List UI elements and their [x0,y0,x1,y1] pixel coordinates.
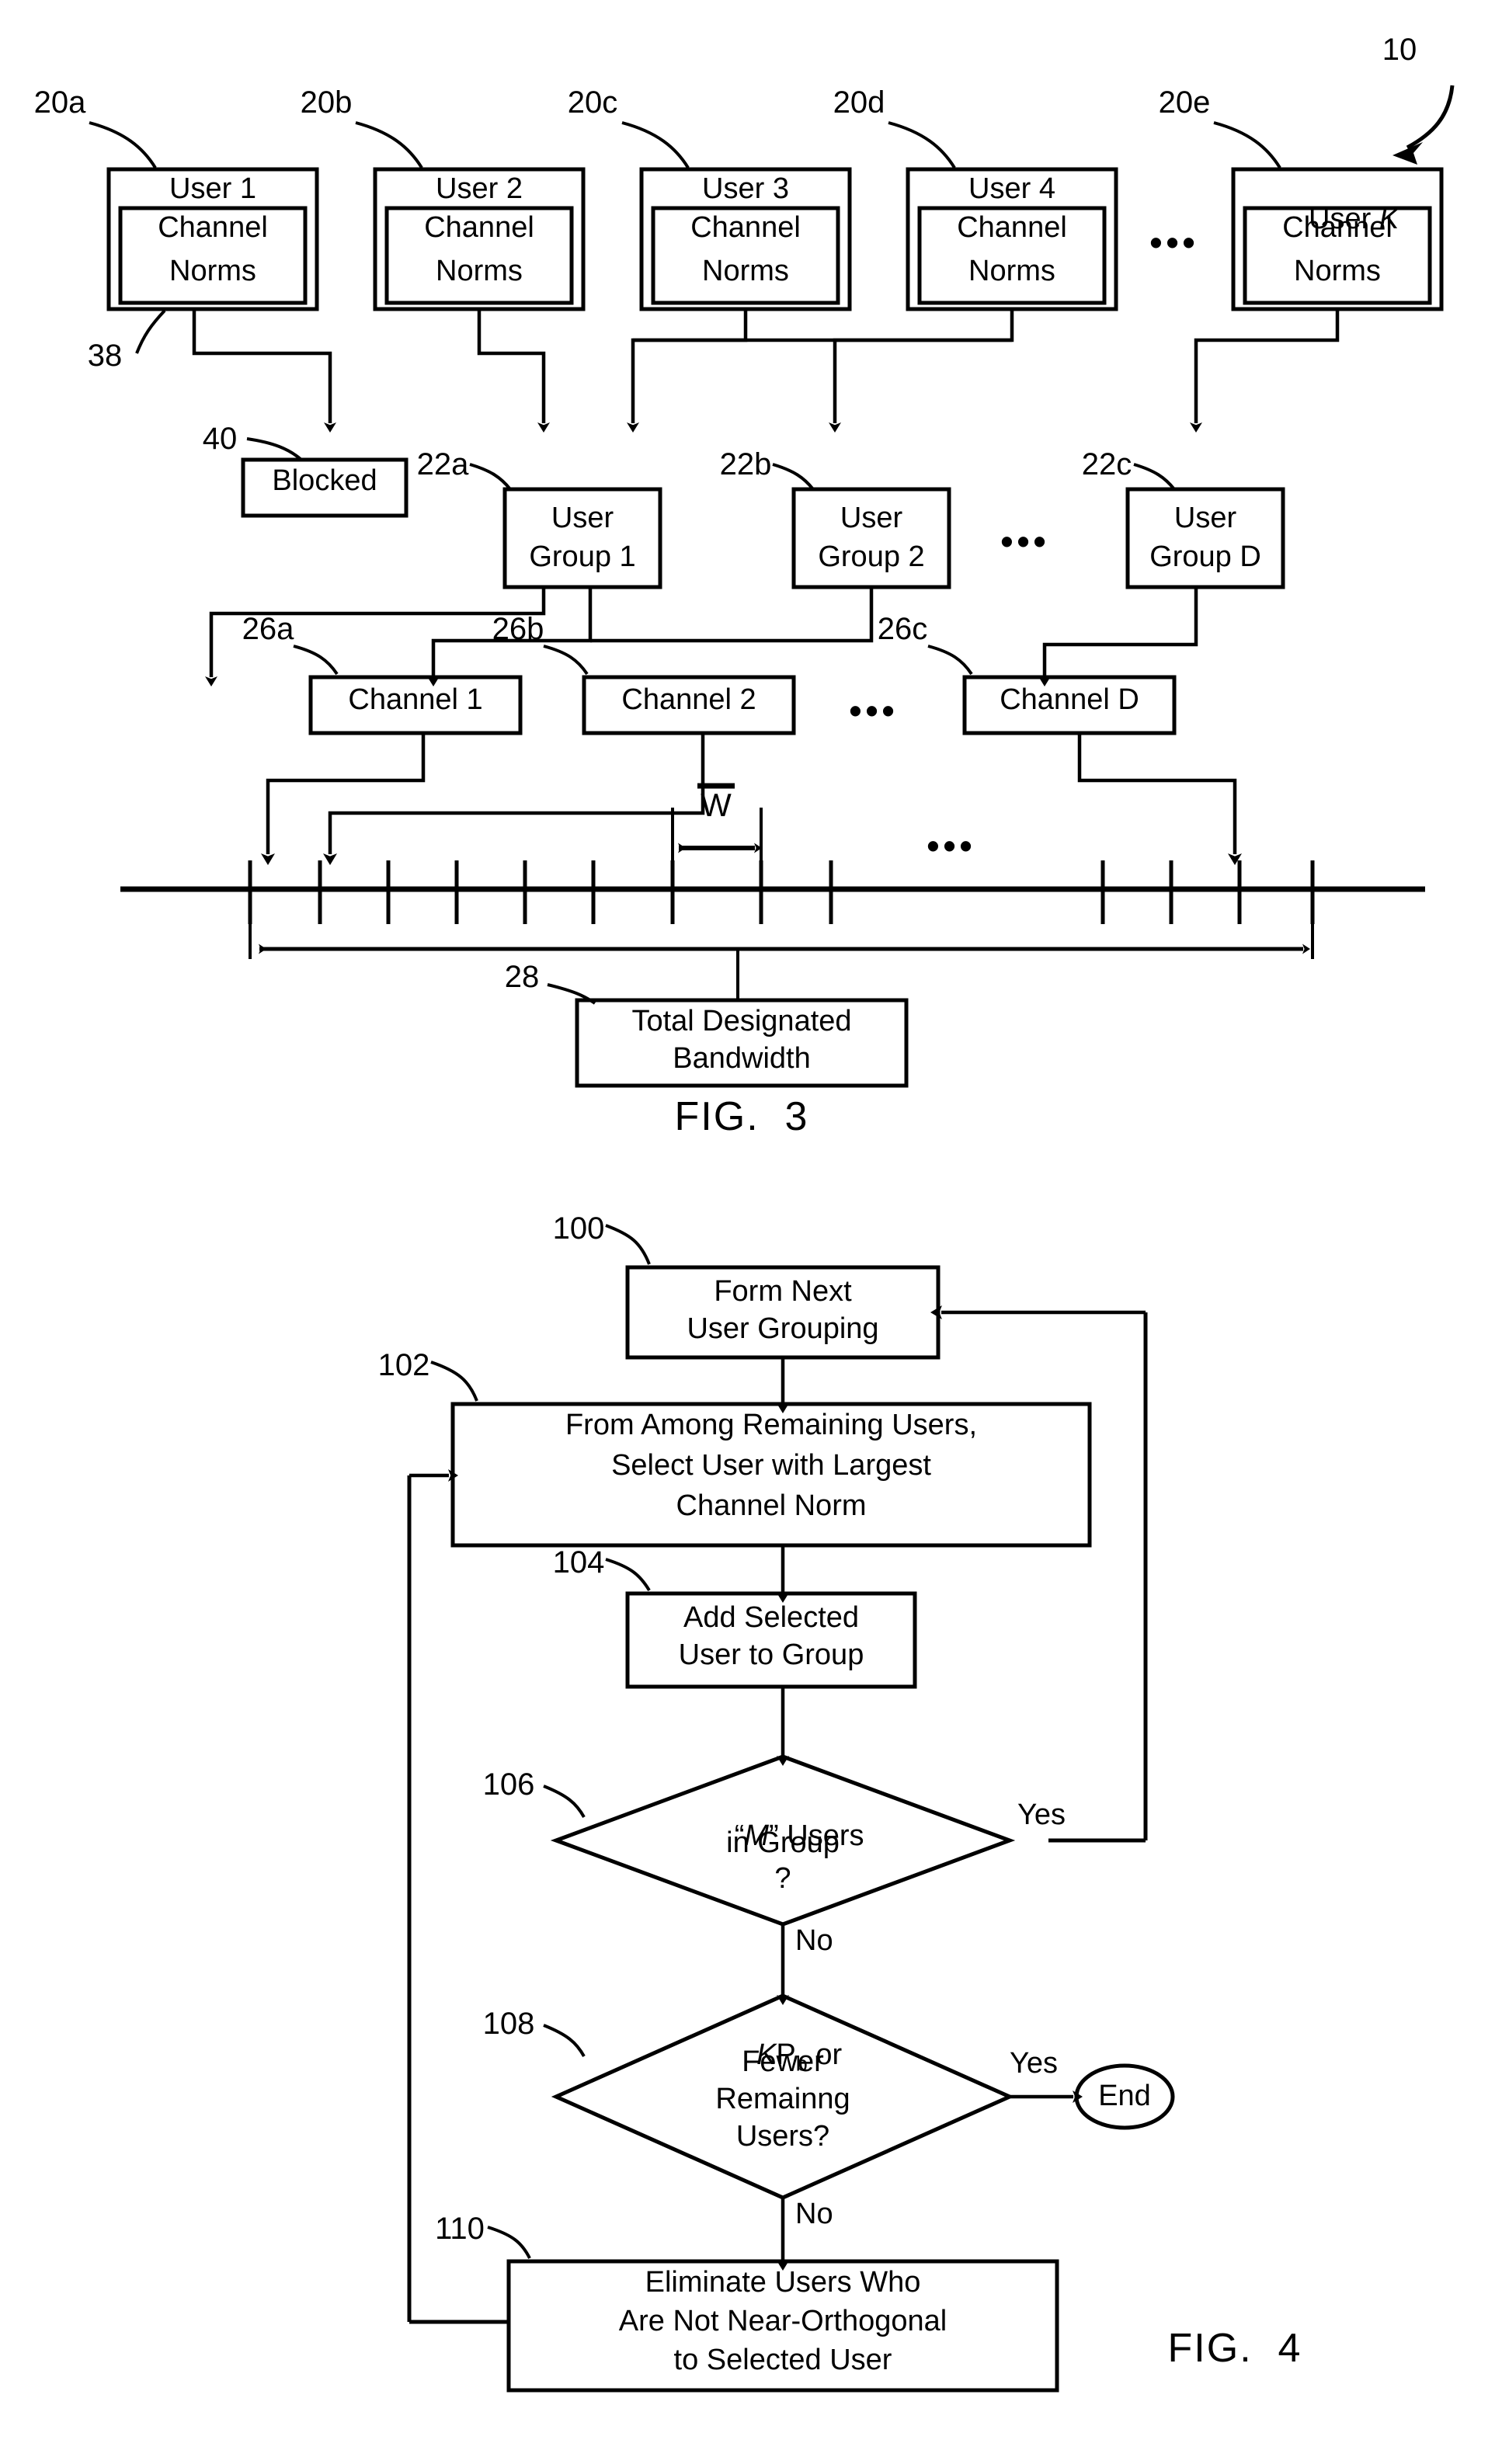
step-100-line2: User Grouping [687,1312,879,1345]
ref-100: 100 [552,1211,605,1246]
user-group-d-line2: Group D [1149,540,1261,573]
user-group-2-line1: User [840,502,903,534]
user-4-norms-line2: Norms [968,255,1055,287]
user-group-d-line1: User [1173,502,1237,534]
decision-106-no-label: No [795,1924,833,1957]
user-2-norms-line2: Norms [436,255,523,287]
decision-108-line4: Users? [735,2120,830,2153]
ref-38: 38 [87,339,123,373]
channel-2-label: Channel 2 [621,683,756,716]
ref-20a: 20a [33,85,86,120]
decision-108-line3: Remainng [715,2083,850,2115]
user-1-norms-line2: Norms [169,255,256,287]
blocked-label: Blocked [272,464,377,497]
user-group-1-line2: Group 1 [529,540,636,573]
ref-22a: 22a [416,447,469,481]
ref-104: 104 [552,1545,605,1580]
users-ellipsis: ••• [1149,222,1199,262]
end-node-label: End [1098,2080,1151,2112]
user-3-norms-line2: Norms [702,255,789,287]
decision-108-yes-label: Yes [1010,2047,1058,2080]
user-k-norms-line2: Norms [1294,255,1381,287]
ref-20c: 20c [567,85,618,120]
user-2-title: User 2 [436,172,523,205]
total-bandwidth-line1: Total Designated [631,1005,852,1037]
ref-26b: 26b [492,612,544,646]
ref-20b: 20b [300,85,353,120]
total-bandwidth-line2: Bandwidth [673,1042,811,1075]
groups-ellipsis: ••• [1000,521,1050,561]
user-group-2-line2: Group 2 [818,540,925,573]
decision-108-line2: Fewer [742,2045,824,2078]
user-group-1-line1: User [551,502,614,534]
ref-20e: 20e [1158,85,1211,120]
step-100-line1: Form Next [714,1275,852,1308]
ref-26c: 26c [877,612,928,646]
user-1-title: User 1 [169,172,256,205]
step-104-line1: Add Selected [683,1601,860,1634]
ref-22c: 22c [1081,447,1132,481]
w-bandwidth-label: W [701,787,732,823]
user-2-norms-line1: Channel [424,211,534,244]
figure-3-caption: FIG. 3 [674,1094,809,1139]
decision-106-line2: in Group [726,1826,840,1859]
user-4-title: User 4 [968,172,1055,205]
channel-d-label: Channel D [1000,683,1139,716]
user-3-norms-line1: Channel [690,211,801,244]
decision-108-no-label: No [795,2198,833,2230]
ref-102: 102 [377,1348,430,1382]
step-110-line3: to Selected User [673,2344,892,2376]
ref-10: 10 [1382,33,1417,67]
step-104-line2: User to Group [678,1639,864,1671]
user-3-title: User 3 [702,172,789,205]
ref-110: 110 [435,2212,485,2246]
channel-1-label: Channel 1 [348,683,483,716]
ref-28: 28 [504,960,540,994]
user-1-norms-line1: Channel [158,211,268,244]
step-110-line1: Eliminate Users Who [645,2266,921,2299]
user-k-norms-line1: Channel [1282,211,1393,244]
ref-20d: 20d [833,85,885,120]
ref-108: 108 [482,2007,535,2041]
step-102-line3: Channel Norm [676,1489,867,1522]
ref-40: 40 [202,422,238,456]
step-110-line2: Are Not Near-Orthogonal [618,2305,947,2337]
axis-ellipsis: ••• [927,825,976,866]
figure-4-caption: FIG. 4 [1167,2326,1302,2371]
step-102-line1: From Among Remaining Users, [565,1409,978,1441]
decision-106-yes-label: Yes [1017,1798,1066,1831]
ref-26a: 26a [242,612,294,646]
step-102-line2: Select User with Largest [611,1449,931,1482]
decision-106-line3: ? [774,1862,791,1895]
channels-ellipsis: ••• [849,690,899,731]
ref-106: 106 [482,1767,535,1802]
user-4-norms-line1: Channel [957,211,1067,244]
patent-drawing-sheet: 10 20a 20b 20c 20d 20e User 1 Channel No… [0,0,1509,2464]
ref-22b: 22b [719,447,772,481]
